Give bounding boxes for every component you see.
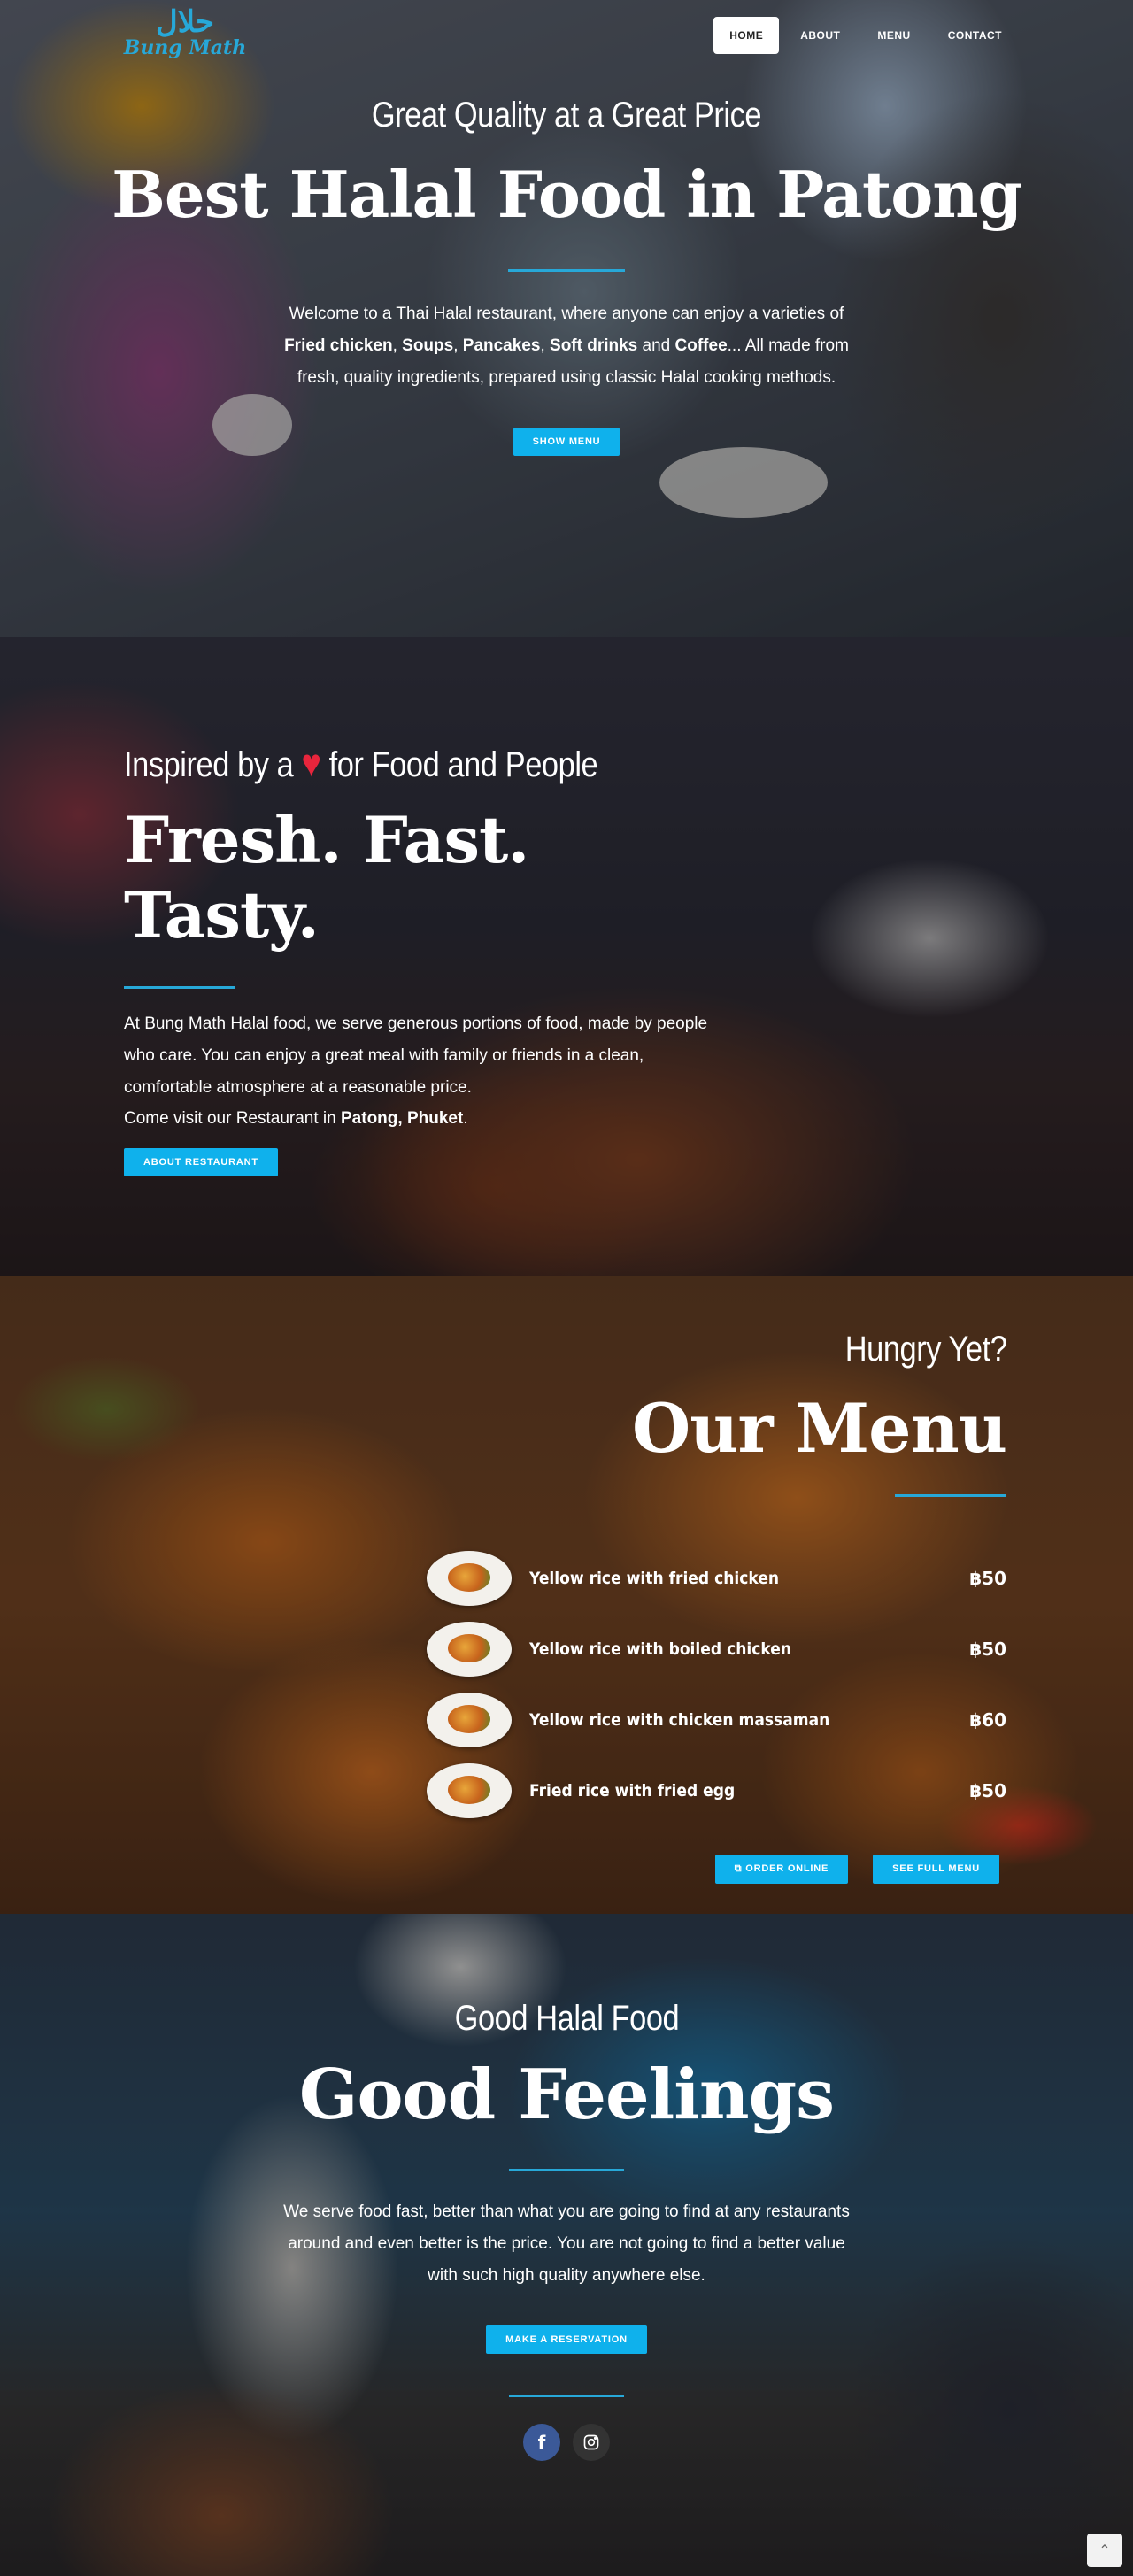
dish-price: ฿50 bbox=[969, 1639, 1006, 1660]
dish-price: ฿50 bbox=[969, 1780, 1006, 1801]
divider bbox=[508, 269, 625, 272]
order-online-button[interactable]: ⧉ ORDER ONLINE bbox=[714, 1855, 849, 1884]
menu-list: Yellow rice with fried chicken ฿50 Yello… bbox=[427, 1551, 1006, 1834]
dish-price: ฿50 bbox=[969, 1568, 1006, 1589]
main-nav: HOME ABOUT MENU CONTACT bbox=[713, 17, 1018, 54]
divider bbox=[124, 986, 235, 989]
about-title: Fresh. Fast. Tasty. bbox=[124, 802, 529, 953]
heart-icon: ♥ bbox=[301, 742, 321, 785]
hero-subtitle: Great Quality at a Great Price bbox=[371, 96, 762, 135]
menu-title: Our Menu bbox=[632, 1389, 1007, 1468]
about-content: Inspired by a ♥ for Food and People Fres… bbox=[124, 742, 708, 1176]
social-links: f bbox=[0, 2424, 1133, 2461]
hero-description: Welcome to a Thai Halal restaurant, wher… bbox=[284, 305, 849, 387]
dish-thumbnail bbox=[427, 1693, 512, 1747]
dish-thumbnail bbox=[427, 1763, 512, 1818]
about-subtitle: Inspired by a ♥ for Food and People bbox=[124, 742, 598, 785]
menu-heading: Hungry Yet? Our Menu bbox=[632, 1330, 1007, 1497]
logo[interactable]: حلال Bung Math bbox=[110, 7, 260, 66]
item-soft-drinks: Soft drinks bbox=[550, 336, 638, 355]
dish-thumbnail bbox=[427, 1622, 512, 1677]
dish-name: Yellow rice with boiled chicken bbox=[529, 1639, 792, 1659]
dish-name: Yellow rice with fried chicken bbox=[529, 1569, 780, 1588]
menu-actions: ⧉ ORDER ONLINE SEE FULL MENU bbox=[714, 1855, 999, 1884]
dish-thumbnail bbox=[427, 1551, 512, 1606]
see-full-menu-button[interactable]: SEE FULL MENU bbox=[873, 1855, 999, 1884]
chevron-up-icon[interactable]: ⌃ bbox=[1087, 2534, 1122, 2567]
facebook-icon[interactable]: f bbox=[523, 2424, 560, 2461]
instagram-icon[interactable] bbox=[573, 2424, 610, 2461]
divider bbox=[895, 1494, 1006, 1497]
menu-item[interactable]: Fried rice with fried egg ฿50 bbox=[427, 1763, 1006, 1818]
show-menu-button[interactable]: SHOW MENU bbox=[513, 428, 620, 456]
nav-about[interactable]: ABOUT bbox=[784, 17, 856, 54]
dish-price: ฿60 bbox=[969, 1709, 1006, 1731]
make-reservation-button[interactable]: MAKE A RESERVATION bbox=[486, 2325, 647, 2354]
about-description: At Bung Math Halal food, we serve genero… bbox=[124, 1014, 708, 1097]
feelings-description: We serve food fast, better than what you… bbox=[283, 2202, 850, 2285]
feelings-section: Good Halal Food Good Feelings We serve f… bbox=[0, 1914, 1133, 2576]
feelings-title: Good Feelings bbox=[298, 2055, 835, 2135]
menu-subtitle: Hungry Yet? bbox=[844, 1330, 1006, 1369]
nav-home[interactable]: HOME bbox=[713, 17, 780, 54]
item-pancakes: Pancakes bbox=[462, 336, 541, 355]
menu-item[interactable]: Yellow rice with boiled chicken ฿50 bbox=[427, 1622, 1006, 1677]
logo-name: Bung Math bbox=[123, 36, 247, 59]
menu-section: Hungry Yet? Our Menu Yellow rice with fr… bbox=[0, 1276, 1133, 1914]
visit-text: Come visit our Restaurant in Patong, Phu… bbox=[124, 1109, 468, 1128]
menu-item[interactable]: Yellow rice with chicken massaman ฿60 bbox=[427, 1693, 1006, 1747]
about-section: Inspired by a ♥ for Food and People Fres… bbox=[0, 637, 1133, 1276]
feelings-subtitle: Good Halal Food bbox=[454, 1999, 679, 2038]
menu-item[interactable]: Yellow rice with fried chicken ฿50 bbox=[427, 1551, 1006, 1606]
dish-name: Yellow rice with chicken massaman bbox=[529, 1710, 830, 1730]
divider bbox=[509, 2169, 624, 2171]
divider bbox=[509, 2395, 624, 2397]
external-link-icon: ⧉ bbox=[734, 1863, 746, 1874]
hero-section: حلال Bung Math HOME ABOUT MENU CONTACT G… bbox=[0, 0, 1133, 637]
nav-menu[interactable]: MENU bbox=[861, 17, 926, 54]
logo-arabic: حلال bbox=[155, 4, 214, 40]
item-coffee: Coffee bbox=[674, 336, 728, 355]
dish-name: Fried rice with fried egg bbox=[529, 1781, 736, 1801]
feelings-content: Good Halal Food Good Feelings We serve f… bbox=[0, 1999, 1133, 2461]
location: Patong, Phuket bbox=[341, 1109, 464, 1128]
about-restaurant-button[interactable]: ABOUT RESTAURANT bbox=[124, 1148, 278, 1176]
item-soups: Soups bbox=[402, 336, 454, 355]
item-fried-chicken: Fried chicken bbox=[284, 336, 393, 355]
hero-title: Best Halal Food in Patong bbox=[112, 157, 1022, 232]
nav-contact[interactable]: CONTACT bbox=[932, 17, 1018, 54]
hero-content: Great Quality at a Great Price Best Hala… bbox=[0, 96, 1133, 456]
